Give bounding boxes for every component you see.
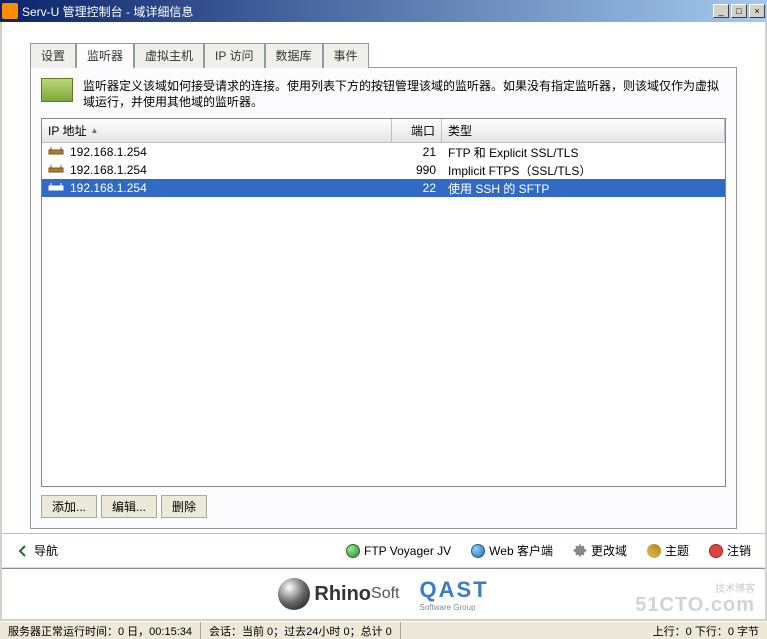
column-header-type[interactable]: 类型 — [442, 119, 725, 142]
info-row: 监听器定义该域如何接受请求的连接。使用列表下方的按钮管理该域的监听器。如果没有指… — [41, 78, 726, 110]
content-area: 设置 监听器 虚拟主机 IP 访问 数据库 事件 监听器定义该域如何接受请求的连… — [2, 22, 765, 533]
watermark-sub: 技术博客 — [715, 580, 755, 595]
tab-settings[interactable]: 设置 — [30, 43, 76, 68]
title-bar: Serv-U 管理控制台 - 域详细信息 _ □ × — [0, 0, 767, 22]
gear-icon — [573, 544, 587, 558]
web-icon — [471, 544, 485, 558]
app-icon — [2, 3, 18, 19]
tab-listeners[interactable]: 监听器 — [76, 43, 134, 68]
status-bar: 服务器正常运行时间：0 日，00:15:34 会话：当前 0；过去24小时 0；… — [0, 621, 767, 639]
maximize-button[interactable]: □ — [731, 4, 747, 18]
tab-ipaccess[interactable]: IP 访问 — [204, 43, 264, 68]
listener-row[interactable]: 192.168.1.254 21FTP 和 Explicit SSL/TLS — [42, 143, 725, 161]
watermark: 51CTO.com — [635, 594, 755, 617]
close-button[interactable]: × — [749, 4, 765, 18]
listener-type: 使用 SSH 的 SFTP — [442, 180, 725, 197]
tab-events[interactable]: 事件 — [323, 43, 369, 68]
status-uptime: 服务器正常运行时间：0 日，00:15:34 — [0, 622, 201, 639]
listener-row[interactable]: 192.168.1.254 22使用 SSH 的 SFTP — [42, 179, 725, 197]
tab-panel-listeners: 监听器定义该域如何接受请求的连接。使用列表下方的按钮管理该域的监听器。如果没有指… — [30, 67, 737, 529]
nav-button[interactable]: 导航 — [10, 540, 64, 561]
add-button[interactable]: 添加... — [41, 495, 97, 518]
back-arrow-icon — [16, 544, 30, 558]
listener-icon — [48, 164, 64, 176]
listener-ip: 192.168.1.254 — [70, 181, 147, 195]
window-title: Serv-U 管理控制台 - 域详细信息 — [22, 3, 713, 20]
listener-icon — [48, 182, 64, 194]
qast-logo: QAST Software Group — [420, 577, 489, 612]
web-client-label: Web 客户端 — [489, 542, 553, 559]
minimize-button[interactable]: _ — [713, 4, 729, 18]
status-traffic: 上行：0 下行：0 字节 — [645, 622, 767, 639]
listener-type: FTP 和 Explicit SSL/TLS — [442, 144, 725, 161]
column-header-port[interactable]: 端口 — [392, 119, 442, 142]
ftp-voyager-button[interactable]: FTP Voyager JV — [340, 542, 457, 560]
column-header-ip-label: IP 地址 — [48, 122, 86, 139]
listview-body: 192.168.1.25421FTP 和 Explicit SSL/TLS192… — [42, 143, 725, 486]
wand-icon — [647, 544, 661, 558]
logout-label: 注销 — [727, 542, 751, 559]
tab-database[interactable]: 数据库 — [265, 43, 323, 68]
logout-icon — [709, 544, 723, 558]
listener-port: 22 — [392, 181, 442, 195]
listener-ip: 192.168.1.254 — [70, 163, 147, 177]
qast-text: QAST — [420, 577, 489, 603]
tab-vhosts[interactable]: 虚拟主机 — [134, 43, 204, 68]
change-domain-button[interactable]: 更改域 — [567, 540, 633, 561]
logout-button[interactable]: 注销 — [703, 540, 757, 561]
listeners-listview[interactable]: IP 地址 ▲ 端口 类型 192.168.1.254 21FTP 和 Expli… — [41, 118, 726, 487]
ftp-voyager-label: FTP Voyager JV — [364, 544, 451, 558]
rhino-text: Rhino — [314, 583, 371, 606]
bottom-toolbar: 导航 FTP Voyager JV Web 客户端 更改域 主题 注销 — [2, 533, 765, 567]
listener-type: Implicit FTPS（SSL/TLS） — [442, 162, 725, 179]
theme-button[interactable]: 主题 — [641, 540, 695, 561]
listview-header: IP 地址 ▲ 端口 类型 — [42, 119, 725, 143]
listener-ip: 192.168.1.254 — [70, 145, 147, 159]
info-text: 监听器定义该域如何接受请求的连接。使用列表下方的按钮管理该域的监听器。如果没有指… — [83, 78, 726, 110]
status-sessions: 会话：当前 0；过去24小时 0；总计 0 — [201, 622, 401, 639]
listener-row[interactable]: 192.168.1.254 990Implicit FTPS（SSL/TLS） — [42, 161, 725, 179]
globe-icon — [346, 544, 360, 558]
button-row: 添加... 编辑... 删除 — [41, 495, 726, 518]
window-body: 设置 监听器 虚拟主机 IP 访问 数据库 事件 监听器定义该域如何接受请求的连… — [0, 22, 767, 621]
edit-button[interactable]: 编辑... — [101, 495, 157, 518]
logo-strip: RhinoSoft QAST Software Group 技术博客 51CTO… — [2, 567, 765, 619]
column-header-ip[interactable]: IP 地址 ▲ — [42, 119, 392, 142]
nav-label: 导航 — [34, 542, 58, 559]
sort-ascending-icon: ▲ — [90, 126, 98, 135]
soft-text: Soft — [371, 585, 399, 603]
listener-port: 21 — [392, 145, 442, 159]
theme-label: 主题 — [665, 542, 689, 559]
rhinosoft-logo: RhinoSoft — [278, 578, 399, 610]
sphere-icon — [278, 578, 310, 610]
web-client-button[interactable]: Web 客户端 — [465, 540, 559, 561]
window-buttons: _ □ × — [713, 4, 765, 18]
network-card-icon — [41, 78, 73, 102]
delete-button[interactable]: 删除 — [161, 495, 207, 518]
change-domain-label: 更改域 — [591, 542, 627, 559]
listener-icon — [48, 146, 64, 158]
qast-subtitle: Software Group — [420, 603, 476, 612]
tab-strip: 设置 监听器 虚拟主机 IP 访问 数据库 事件 — [30, 43, 737, 68]
listener-port: 990 — [392, 163, 442, 177]
